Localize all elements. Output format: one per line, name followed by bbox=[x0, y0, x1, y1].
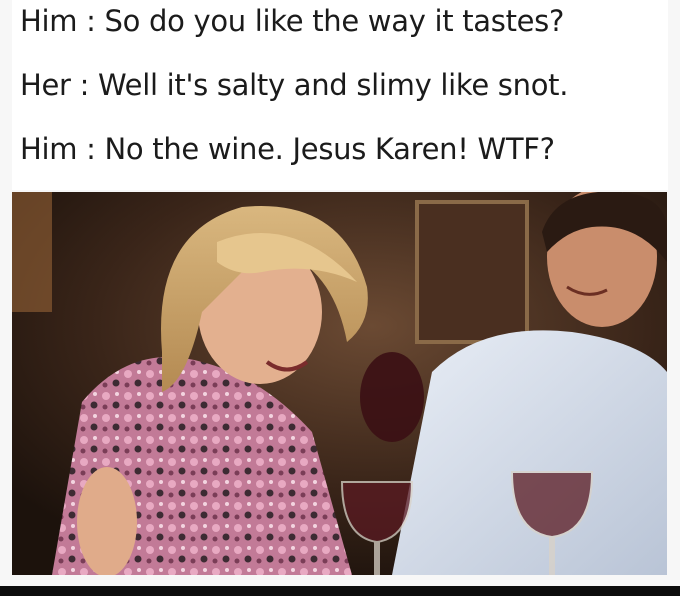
meme: Him : So do you like the way it tastes? … bbox=[0, 0, 680, 596]
caption-line-him-2: Him : No the wine. Jesus Karen! WTF? bbox=[20, 132, 555, 166]
background-lamp-glow bbox=[12, 192, 52, 312]
caption-line-her: Her : Well it's salty and slimy like sno… bbox=[20, 68, 569, 102]
caption-line-him-1: Him : So do you like the way it tastes? bbox=[20, 4, 565, 38]
bottom-border bbox=[0, 586, 680, 596]
background-diner bbox=[360, 352, 424, 442]
meme-photo bbox=[12, 192, 667, 575]
woman-arm bbox=[77, 467, 137, 575]
background-picture-frame bbox=[415, 200, 529, 344]
meme-caption: Him : So do you like the way it tastes? … bbox=[12, 0, 668, 190]
